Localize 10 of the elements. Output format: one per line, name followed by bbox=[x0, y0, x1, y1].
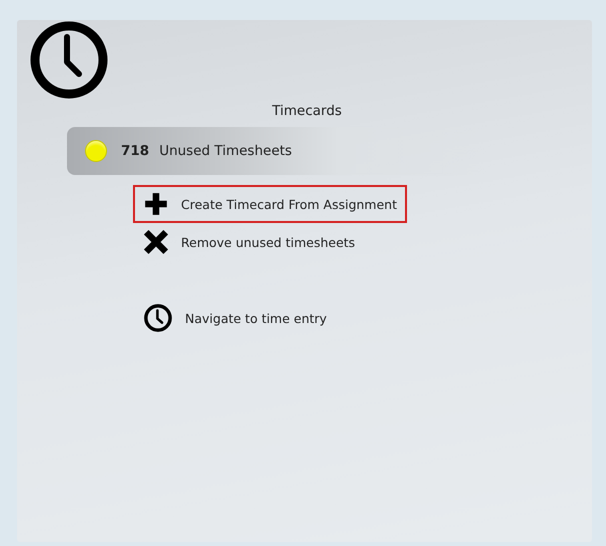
section-title: Timecards bbox=[271, 103, 343, 119]
status-label: Unused Timesheets bbox=[159, 143, 292, 159]
status-count: 718 bbox=[121, 143, 150, 159]
action-link[interactable]: Remove unused timesheets bbox=[133, 223, 366, 261]
action-link[interactable]: Create Timecard From Assignment bbox=[133, 185, 407, 223]
clock-icon bbox=[29, 20, 109, 100]
close-icon bbox=[143, 229, 169, 255]
plus-icon bbox=[143, 191, 169, 217]
action-link[interactable]: Navigate to time entry bbox=[133, 299, 337, 337]
clock-icon bbox=[143, 303, 173, 333]
